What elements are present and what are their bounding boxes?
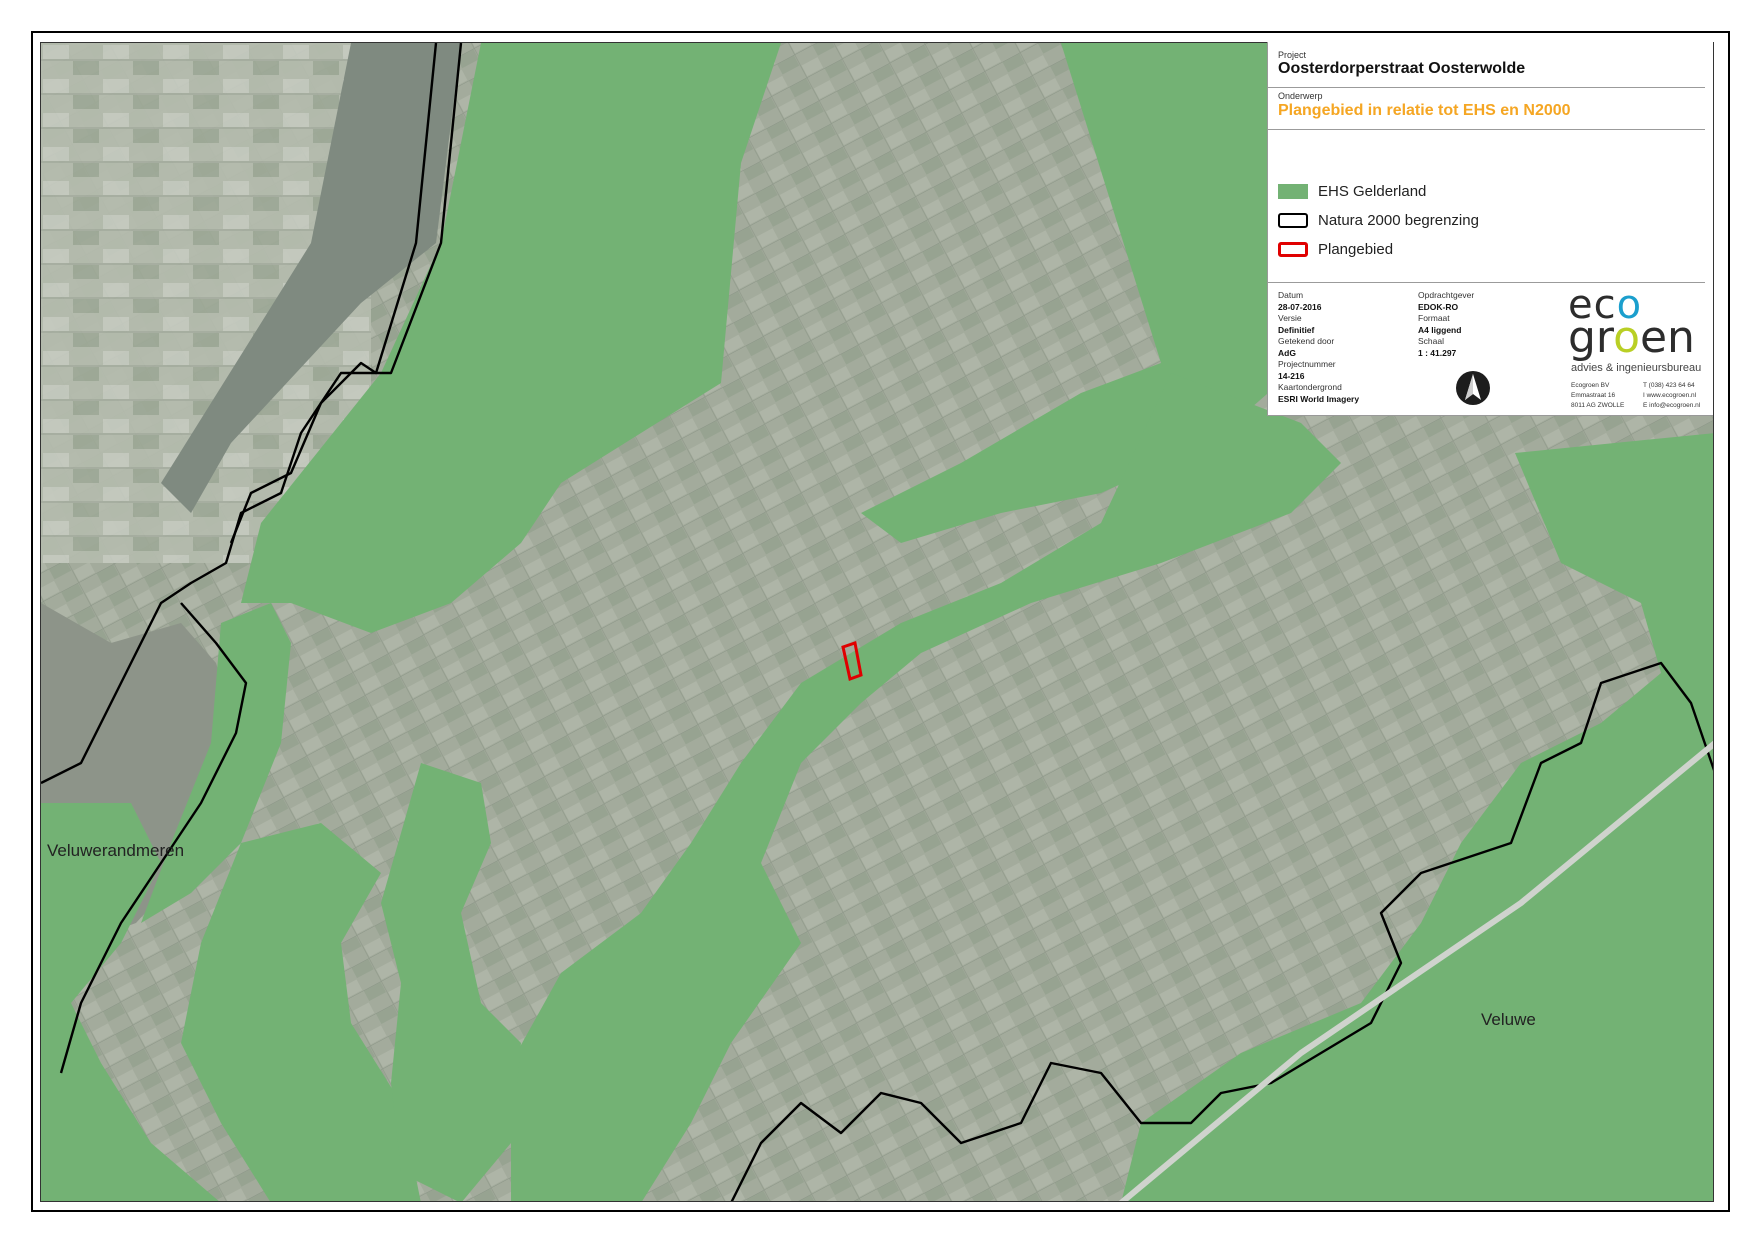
- place-label-veluwe: Veluwe: [1481, 1010, 1536, 1029]
- meta-label: Projectnummer: [1278, 359, 1336, 369]
- meta-label: Versie: [1278, 313, 1302, 323]
- meta-value: AdG: [1278, 348, 1296, 358]
- meta-label: Opdrachtgever: [1418, 290, 1475, 300]
- meta-left: Datum 28-07-2016 Versie Definitief Getek…: [1278, 290, 1418, 405]
- meta-value: 14-216: [1278, 371, 1305, 381]
- logo-o-accent: o: [1613, 312, 1640, 363]
- project-title: Oosterdorperstraat Oosterwolde: [1278, 60, 1526, 77]
- meta-value: Definitief: [1278, 325, 1315, 335]
- divider: [1268, 129, 1705, 130]
- logo-subtitle: advies & ingenieursbureau: [1571, 362, 1702, 374]
- meta-value: 1 : 41.297: [1418, 348, 1457, 358]
- legend-swatch-ehs: [1278, 183, 1308, 199]
- project-label: Project: [1278, 50, 1307, 60]
- north-arrow-icon: [1455, 370, 1491, 406]
- meta-value: ESRI World Imagery: [1278, 394, 1360, 404]
- meta-label: Formaat: [1418, 313, 1450, 323]
- contact-line: Ecogroen BV: [1571, 382, 1610, 389]
- meta-label: Datum: [1278, 290, 1304, 300]
- legend-label-ehs: EHS Gelderland: [1318, 182, 1427, 200]
- contact-line: I www.ecogroen.nl: [1643, 392, 1697, 399]
- subject-label: Onderwerp: [1278, 91, 1323, 101]
- title-block: Project Oosterdorperstraat Oosterwolde O…: [1267, 42, 1713, 416]
- legend-swatch-natura2000: [1278, 212, 1308, 228]
- meta-value: A4 liggend: [1418, 325, 1462, 335]
- meta-value: 28-07-2016: [1278, 302, 1322, 312]
- legend-item-ehs: EHS Gelderland: [1278, 180, 1426, 202]
- subject-title: Plangebied in relatie tot EHS en N2000: [1278, 102, 1571, 119]
- meta-label: Getekend door: [1278, 336, 1335, 346]
- divider: [1268, 87, 1705, 88]
- logo-groen: groen: [1568, 312, 1695, 363]
- meta-right: Opdrachtgever EDOK-RO Formaat A4 liggend…: [1418, 290, 1558, 359]
- contact-line: Emmastraat 16: [1571, 392, 1616, 399]
- legend-label-plangebied: Plangebied: [1318, 240, 1394, 258]
- contact-address: Ecogroen BV Emmastraat 16 8011 AG ZWOLLE: [1571, 381, 1624, 411]
- contact-details: T (038) 423 64 64 I www.ecogroen.nl E in…: [1643, 381, 1700, 411]
- contact-line: 8011 AG ZWOLLE: [1571, 402, 1625, 409]
- meta-value: EDOK-RO: [1418, 302, 1459, 312]
- contact-line: E info@ecogroen.nl: [1643, 402, 1701, 409]
- logo-text: en: [1639, 312, 1695, 363]
- legend-swatch-plangebied: [1278, 241, 1308, 257]
- place-label-veluwerandmeren: Veluwerandmeren: [47, 841, 185, 860]
- meta-label: Kaartondergrond: [1278, 382, 1342, 392]
- legend-item-plangebied: Plangebied: [1278, 238, 1393, 260]
- meta-label: Schaal: [1418, 336, 1444, 346]
- logo-text: gr: [1568, 312, 1614, 363]
- legend-item-natura2000: Natura 2000 begrenzing: [1278, 209, 1479, 231]
- contact-line: T (038) 423 64 64: [1643, 382, 1695, 389]
- legend-label-natura2000: Natura 2000 begrenzing: [1318, 211, 1479, 229]
